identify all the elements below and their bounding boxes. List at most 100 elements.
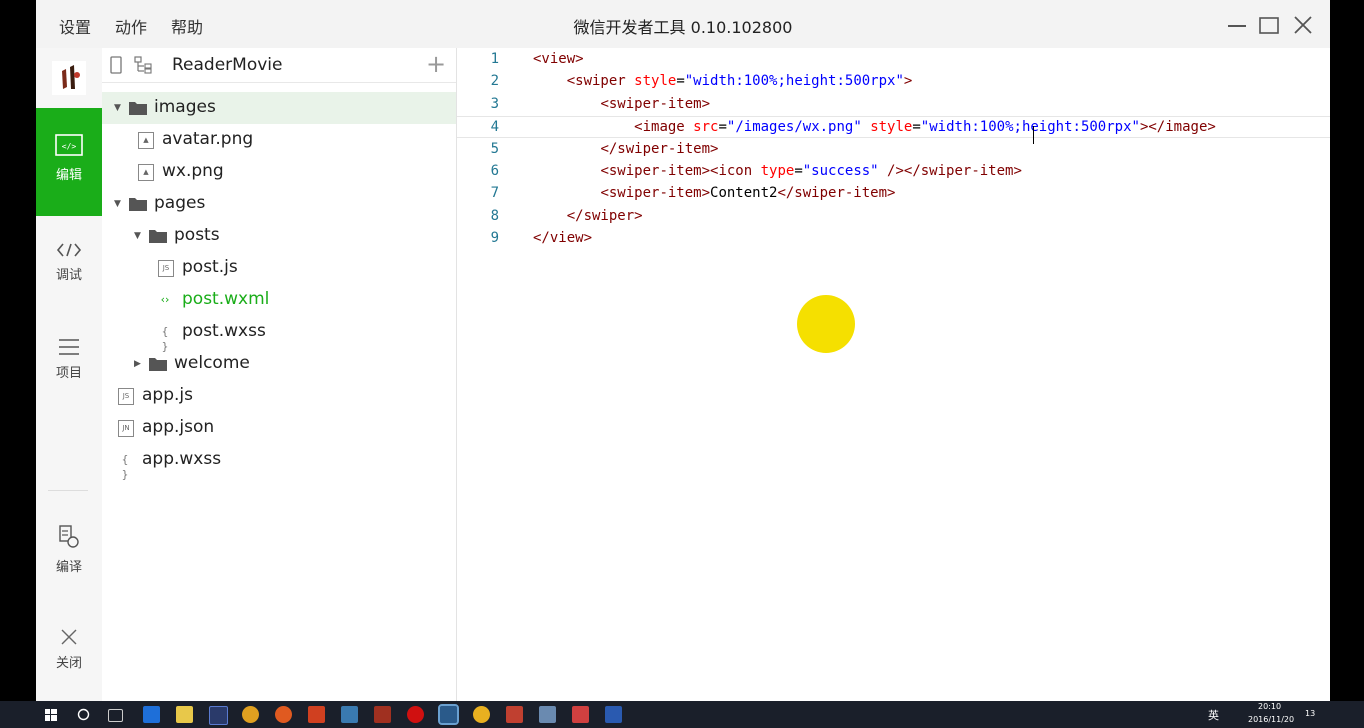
search-icon[interactable] (77, 708, 90, 721)
code-line[interactable]: 8 </swiper> (457, 206, 1330, 228)
record-icon[interactable] (407, 706, 424, 723)
code-line[interactable]: 7 <swiper-item>Content2</swiper-item> (457, 183, 1330, 205)
code-line[interactable]: 9 </view> (457, 228, 1330, 250)
tree-header: ReaderMovie + (102, 48, 456, 83)
line-number: 3 (490, 96, 499, 112)
tree-node[interactable]: ▶ welcome (102, 348, 456, 380)
tree-node[interactable]: ▲ wx.png (102, 156, 456, 188)
menu-lines-icon (59, 339, 79, 355)
caret-down-icon[interactable]: ▼ (114, 199, 121, 209)
close-icon (61, 629, 77, 645)
nav-close[interactable]: 关闭 (36, 628, 102, 678)
code-text: <swiper style="width:100%;height:500rpx"… (533, 73, 913, 89)
ime-indicator[interactable]: 英 (1208, 707, 1219, 723)
json-file-icon: JN (118, 420, 134, 437)
app-icon-3[interactable] (374, 706, 391, 723)
code-line[interactable]: 5 </swiper-item> (457, 139, 1330, 161)
task-view-icon[interactable] (108, 709, 123, 722)
code-token: src (693, 119, 719, 135)
phone-icon[interactable] (110, 56, 122, 74)
code-line[interactable]: 3 <swiper-item> (457, 94, 1330, 116)
nav-compile[interactable]: 编译 (36, 524, 102, 584)
notification-count[interactable]: 13 (1305, 709, 1315, 718)
image-file-icon: ▲ (138, 164, 154, 181)
code-token: Content2 (710, 185, 778, 201)
tree-node-label: avatar.png (162, 129, 254, 149)
code-token: type (760, 163, 795, 179)
tree-node[interactable]: { } post.wxss (102, 316, 456, 353)
file-explorer-icon[interactable] (176, 706, 193, 723)
tree-node-label: app.json (142, 417, 215, 437)
svg-text:</>: </> (62, 142, 77, 151)
chrome-icon[interactable] (242, 706, 259, 723)
tree-node[interactable]: { } app.wxss (102, 444, 456, 481)
maximize-icon[interactable] (1258, 14, 1280, 36)
line-number: 2 (490, 73, 499, 89)
close-window-icon[interactable] (1292, 14, 1314, 36)
tree-node[interactable]: ‹› post.wxml (102, 284, 456, 316)
file-structure-icon[interactable] (134, 56, 154, 74)
wxss-file-icon: { } (121, 453, 129, 481)
tree-node-label: images (154, 97, 216, 117)
code-text: <view> (533, 51, 584, 67)
tree-node-label: wx.png (162, 161, 224, 181)
app-icon-7[interactable] (572, 706, 589, 723)
code-editor[interactable]: 1 <view> 2 <swiper style="width:100%;heigh… (457, 48, 1330, 701)
tree-node[interactable]: ▼ pages (102, 188, 456, 220)
tree-node[interactable]: ▼ posts (102, 220, 456, 252)
tree-node-label: welcome (174, 353, 250, 373)
caret-down-icon[interactable]: ▼ (134, 231, 141, 241)
app-icon[interactable] (275, 706, 292, 723)
folder-icon (149, 358, 167, 371)
code-token: style (634, 73, 677, 89)
tree-node[interactable]: ▼ images (102, 92, 456, 124)
tree-node[interactable]: JS post.js (102, 252, 456, 284)
word-icon[interactable] (605, 706, 622, 723)
app-icon-2[interactable] (341, 706, 358, 723)
edge-icon[interactable] (143, 706, 160, 723)
code-token: "width:100%;height:500rpx" (920, 119, 1140, 135)
code-line[interactable]: 4 <image src="/images/wx.png" style="wid… (457, 116, 1330, 138)
code-line[interactable]: 1 <view> (457, 49, 1330, 71)
tree-node-label: app.js (142, 385, 193, 405)
left-nav: </> 编辑 调试 项目 编译 关闭 (36, 48, 102, 701)
folder-icon (149, 230, 167, 243)
app-icon-5[interactable] (506, 706, 523, 723)
windows-start-icon[interactable] (45, 709, 57, 721)
clock-date[interactable]: 2016/11/20 (1248, 715, 1294, 724)
line-number: 4 (490, 119, 499, 135)
minimize-icon[interactable] (1226, 14, 1248, 36)
app-icon-6[interactable] (539, 706, 556, 723)
folder-icon (129, 198, 147, 211)
app-icon-4[interactable] (473, 706, 490, 723)
powerpoint-icon[interactable] (308, 706, 325, 723)
user-avatar[interactable] (36, 48, 102, 108)
code-token: </swiper-item> (600, 141, 719, 157)
code-token: </swiper> (566, 208, 643, 224)
add-file-button[interactable]: + (426, 50, 446, 78)
nav-divider (48, 490, 88, 491)
code-line[interactable]: 2 <swiper style="width:100%;height:500rp… (457, 71, 1330, 93)
tree-node[interactable]: JS app.js (102, 380, 456, 412)
tree-node-label: pages (154, 193, 206, 213)
code-line[interactable]: 6 <swiper-item><icon type="success" /></… (457, 161, 1330, 183)
photoshop-icon[interactable] (209, 706, 228, 725)
folder-icon (129, 102, 147, 115)
caret-down-icon[interactable]: ▼ (114, 103, 121, 113)
nav-project[interactable]: 项目 (36, 338, 102, 398)
caret-right-icon[interactable]: ▶ (134, 359, 141, 369)
nav-debug[interactable]: 调试 (36, 242, 102, 302)
nav-edit[interactable]: </> 编辑 (36, 108, 102, 216)
tree-node[interactable]: JN app.json (102, 412, 456, 444)
wxss-file-icon: { } (161, 325, 169, 353)
devtools-task-icon[interactable] (438, 704, 459, 725)
code-token: <swiper-item> (600, 96, 711, 112)
devtools-window: 设置 动作 帮助 微信开发者工具 0.10.102800 </> 编辑 调试 项… (36, 0, 1330, 701)
clock-time[interactable]: 20:10 (1258, 702, 1281, 711)
code-token: /></swiper-item> (878, 163, 1022, 179)
tree-node[interactable]: ▲ avatar.png (102, 124, 456, 156)
image-file-icon: ▲ (138, 132, 154, 149)
